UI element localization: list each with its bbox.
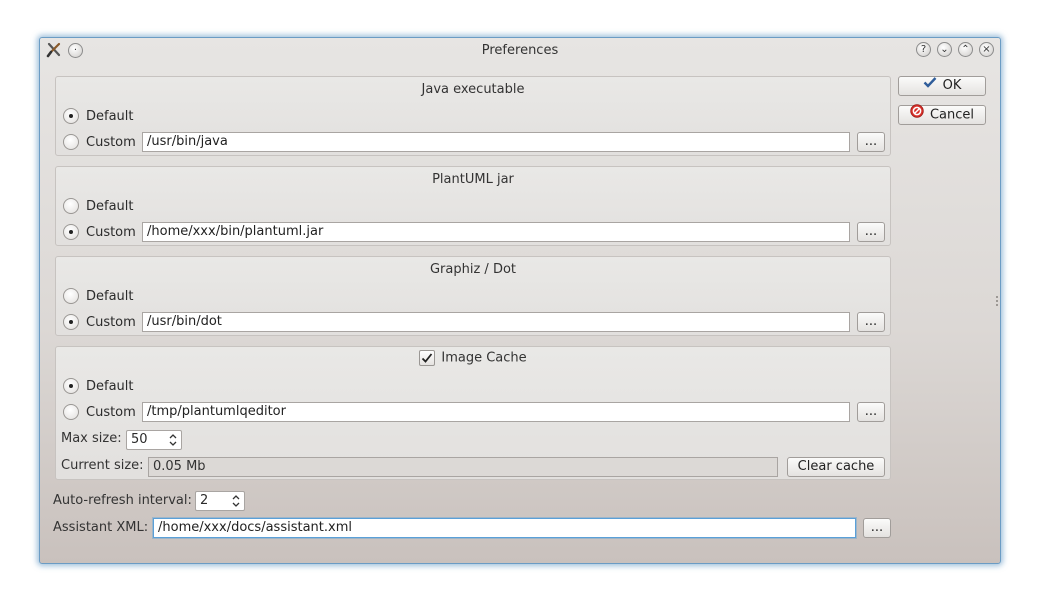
assistant-xml-label: Assistant XML:: [53, 520, 149, 535]
cancel-button[interactable]: Cancel: [898, 104, 986, 125]
cancel-label: Cancel: [929, 107, 975, 123]
plantuml-group-title: PlantUML jar: [432, 172, 514, 187]
checkmark-icon: [422, 353, 433, 363]
graphviz-browse-button[interactable]: ...: [857, 312, 885, 332]
plantuml-custom-option[interactable]: Custom: [63, 222, 136, 242]
java-executable-group: Java executable Default Custom /usr/bin/…: [55, 76, 891, 156]
graphviz-custom-radio[interactable]: [63, 314, 79, 330]
java-default-option[interactable]: Default: [63, 106, 134, 126]
ok-label: OK: [942, 78, 962, 93]
cache-custom-radio[interactable]: [63, 404, 79, 420]
plantuml-default-radio[interactable]: [63, 198, 79, 214]
spin-arrows-icon[interactable]: [231, 493, 241, 509]
java-custom-label: Custom: [86, 134, 136, 150]
max-size-spinbox[interactable]: 50: [126, 430, 182, 450]
plantuml-default-option[interactable]: Default: [63, 196, 134, 216]
image-cache-group: Image Cache Default Custom /tmp/plantuml…: [55, 346, 891, 480]
cache-default-option[interactable]: Default: [63, 376, 134, 396]
plantuml-custom-radio[interactable]: [63, 224, 79, 240]
current-size-display: 0.05 Mb: [148, 457, 778, 477]
cache-group-title: Image Cache: [441, 350, 527, 366]
plantuml-jar-group: PlantUML jar Default Custom /home/xxx/bi…: [55, 166, 891, 246]
cache-enable-checkbox[interactable]: [419, 350, 436, 366]
java-path-input[interactable]: /usr/bin/java: [142, 132, 850, 152]
plantuml-browse-button[interactable]: ...: [857, 222, 885, 242]
graphviz-default-label: Default: [86, 288, 134, 304]
graphviz-default-radio[interactable]: [63, 288, 79, 304]
java-default-label: Default: [86, 108, 134, 124]
assistant-browse-button[interactable]: ...: [863, 518, 891, 538]
cache-browse-button[interactable]: ...: [857, 402, 885, 422]
checkmark-icon: [923, 76, 937, 94]
cache-default-radio[interactable]: [63, 378, 79, 394]
cache-group-header: Image Cache: [56, 350, 890, 366]
preferences-dialog: · Preferences ? ⌄ ⌃ × Java executable De…: [39, 37, 1001, 564]
close-icon[interactable]: ×: [979, 42, 994, 57]
graphviz-default-option[interactable]: Default: [63, 286, 134, 306]
graphviz-dot-group: Graphiz / Dot Default Custom /usr/bin/do…: [55, 256, 891, 336]
cache-path-input[interactable]: /tmp/plantumlqeditor: [142, 402, 850, 422]
current-size-label: Current size:: [61, 458, 144, 473]
resize-grip[interactable]: [996, 296, 998, 308]
java-custom-option[interactable]: Custom: [63, 132, 136, 152]
cancel-icon: [910, 104, 924, 124]
cache-custom-label: Custom: [86, 404, 136, 420]
max-size-value: 50: [131, 432, 148, 447]
assistant-xml-input[interactable]: /home/xxx/docs/assistant.xml: [153, 518, 856, 538]
minimize-icon[interactable]: ⌄: [937, 42, 952, 57]
graphviz-path-input[interactable]: /usr/bin/dot: [142, 312, 850, 332]
plantuml-path-input[interactable]: /home/xxx/bin/plantuml.jar: [142, 222, 850, 242]
window-title: Preferences: [481, 43, 559, 58]
graphviz-custom-label: Custom: [86, 314, 136, 330]
title-bar[interactable]: · Preferences ? ⌄ ⌃ ×: [40, 38, 1000, 64]
auto-refresh-label: Auto-refresh interval:: [53, 493, 192, 508]
java-custom-radio[interactable]: [63, 134, 79, 150]
plantuml-custom-label: Custom: [86, 224, 136, 240]
clear-cache-button[interactable]: Clear cache: [787, 457, 885, 477]
ok-button[interactable]: OK: [898, 76, 986, 96]
cache-custom-option[interactable]: Custom: [63, 402, 136, 422]
java-group-title: Java executable: [421, 82, 525, 97]
java-default-radio[interactable]: [63, 108, 79, 124]
auto-refresh-value: 2: [200, 493, 209, 508]
graphviz-group-title: Graphiz / Dot: [429, 262, 517, 277]
plantuml-default-label: Default: [86, 198, 134, 214]
help-icon[interactable]: ?: [916, 42, 931, 57]
cache-default-label: Default: [86, 378, 134, 394]
java-browse-button[interactable]: ...: [857, 132, 885, 152]
max-size-label: Max size:: [61, 431, 122, 446]
maximize-icon[interactable]: ⌃: [958, 42, 973, 57]
graphviz-custom-option[interactable]: Custom: [63, 312, 136, 332]
auto-refresh-spinbox[interactable]: 2: [195, 491, 245, 511]
spin-arrows-icon[interactable]: [168, 432, 178, 448]
